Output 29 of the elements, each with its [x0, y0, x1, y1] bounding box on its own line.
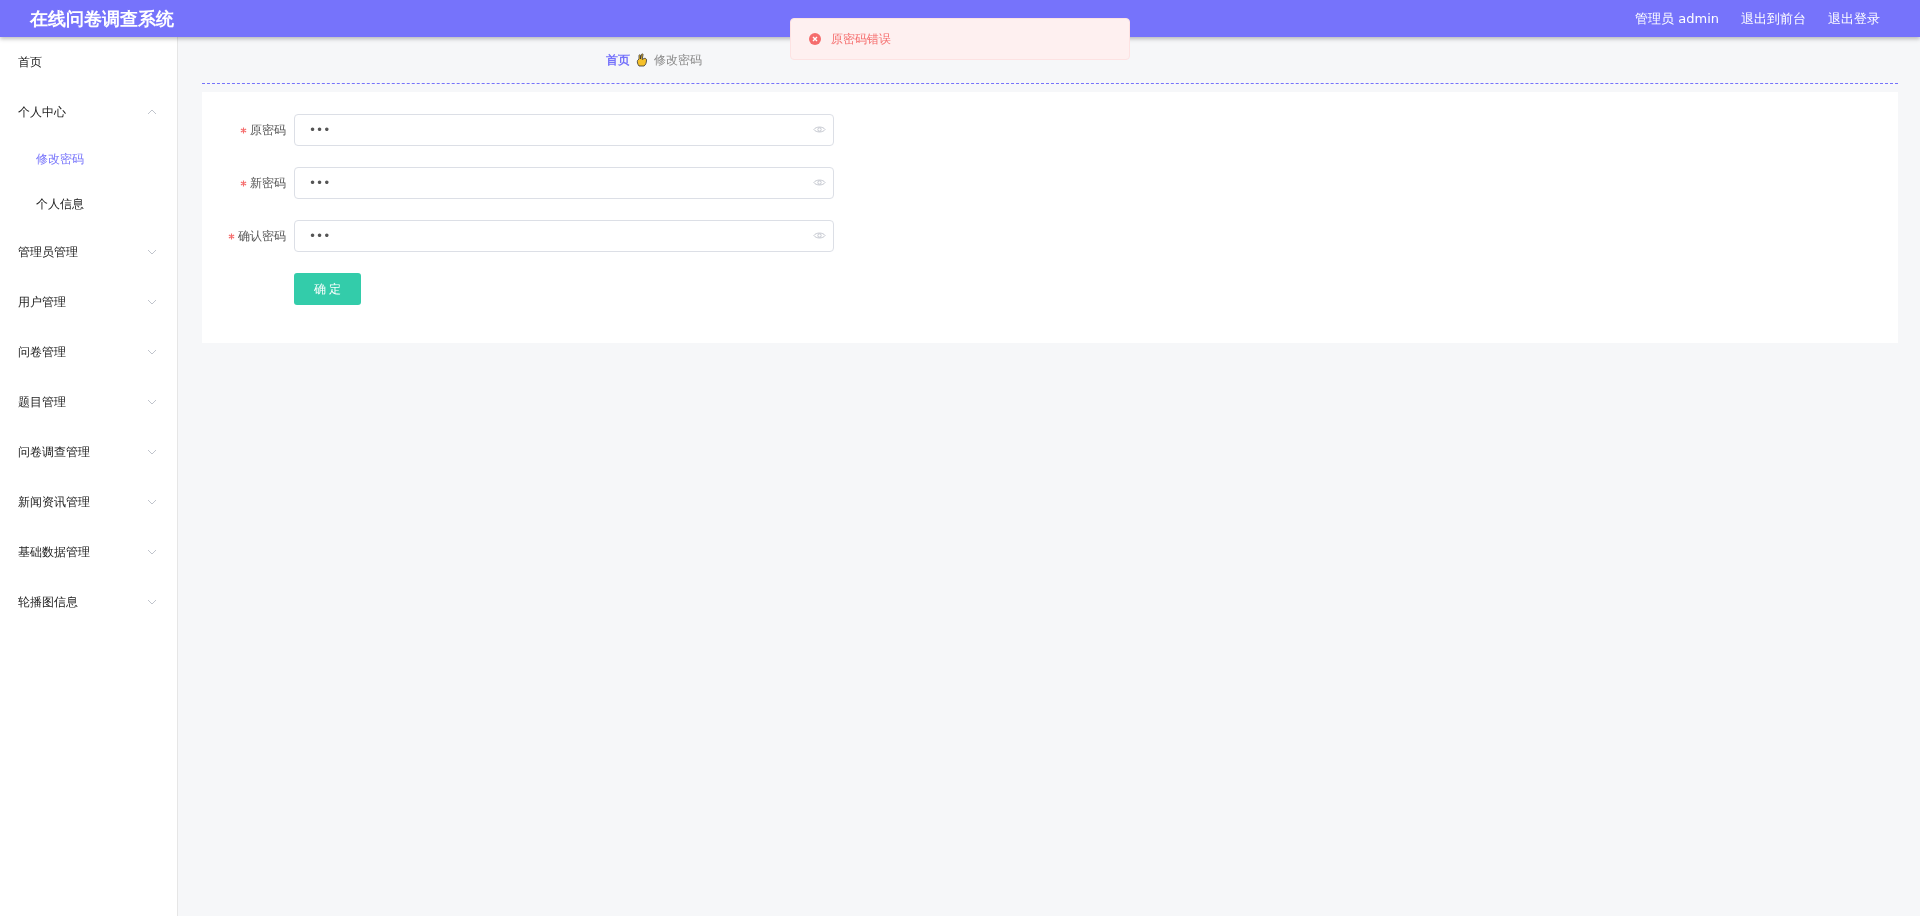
eye-icon[interactable] — [813, 178, 826, 187]
menu-item[interactable]: 问卷管理 — [0, 327, 177, 377]
error-icon — [809, 33, 821, 45]
menu-item[interactable]: 问卷调查管理 — [0, 427, 177, 477]
menu-item[interactable]: 基础数据管理 — [0, 527, 177, 577]
submenu-item[interactable]: 修改密码 — [0, 137, 177, 182]
hand-icon — [636, 53, 648, 67]
menu-item[interactable]: 轮播图信息 — [0, 577, 177, 627]
field-label: 确认密码 — [238, 227, 286, 245]
eye-icon[interactable] — [813, 231, 826, 240]
header-link[interactable]: 退出登录 — [1828, 9, 1880, 28]
menu-item[interactable]: 管理员管理 — [0, 227, 177, 277]
menu-item[interactable]: 用户管理 — [0, 277, 177, 327]
menu-item[interactable]: 新闻资讯管理 — [0, 477, 177, 527]
password-field[interactable]: ••• — [294, 167, 834, 199]
field-label: 原密码 — [250, 121, 286, 139]
password-field[interactable]: ••• — [294, 114, 834, 146]
menu-item[interactable]: 个人中心 — [0, 87, 177, 137]
eye-icon[interactable] — [813, 125, 826, 134]
header-link[interactable]: 退出到前台 — [1741, 9, 1806, 28]
menu-item[interactable]: 首页 — [0, 37, 177, 87]
submenu-item[interactable]: 个人信息 — [0, 182, 177, 227]
field-label: 新密码 — [250, 174, 286, 192]
breadcrumb-current: 修改密码 — [654, 51, 702, 69]
password-field[interactable]: ••• — [294, 220, 834, 252]
header-link[interactable]: 管理员 admin — [1635, 9, 1719, 28]
app-title: 在线问卷调查系统 — [30, 6, 175, 31]
toast-message: 原密码错误 — [831, 30, 891, 48]
menu-item[interactable]: 题目管理 — [0, 377, 177, 427]
